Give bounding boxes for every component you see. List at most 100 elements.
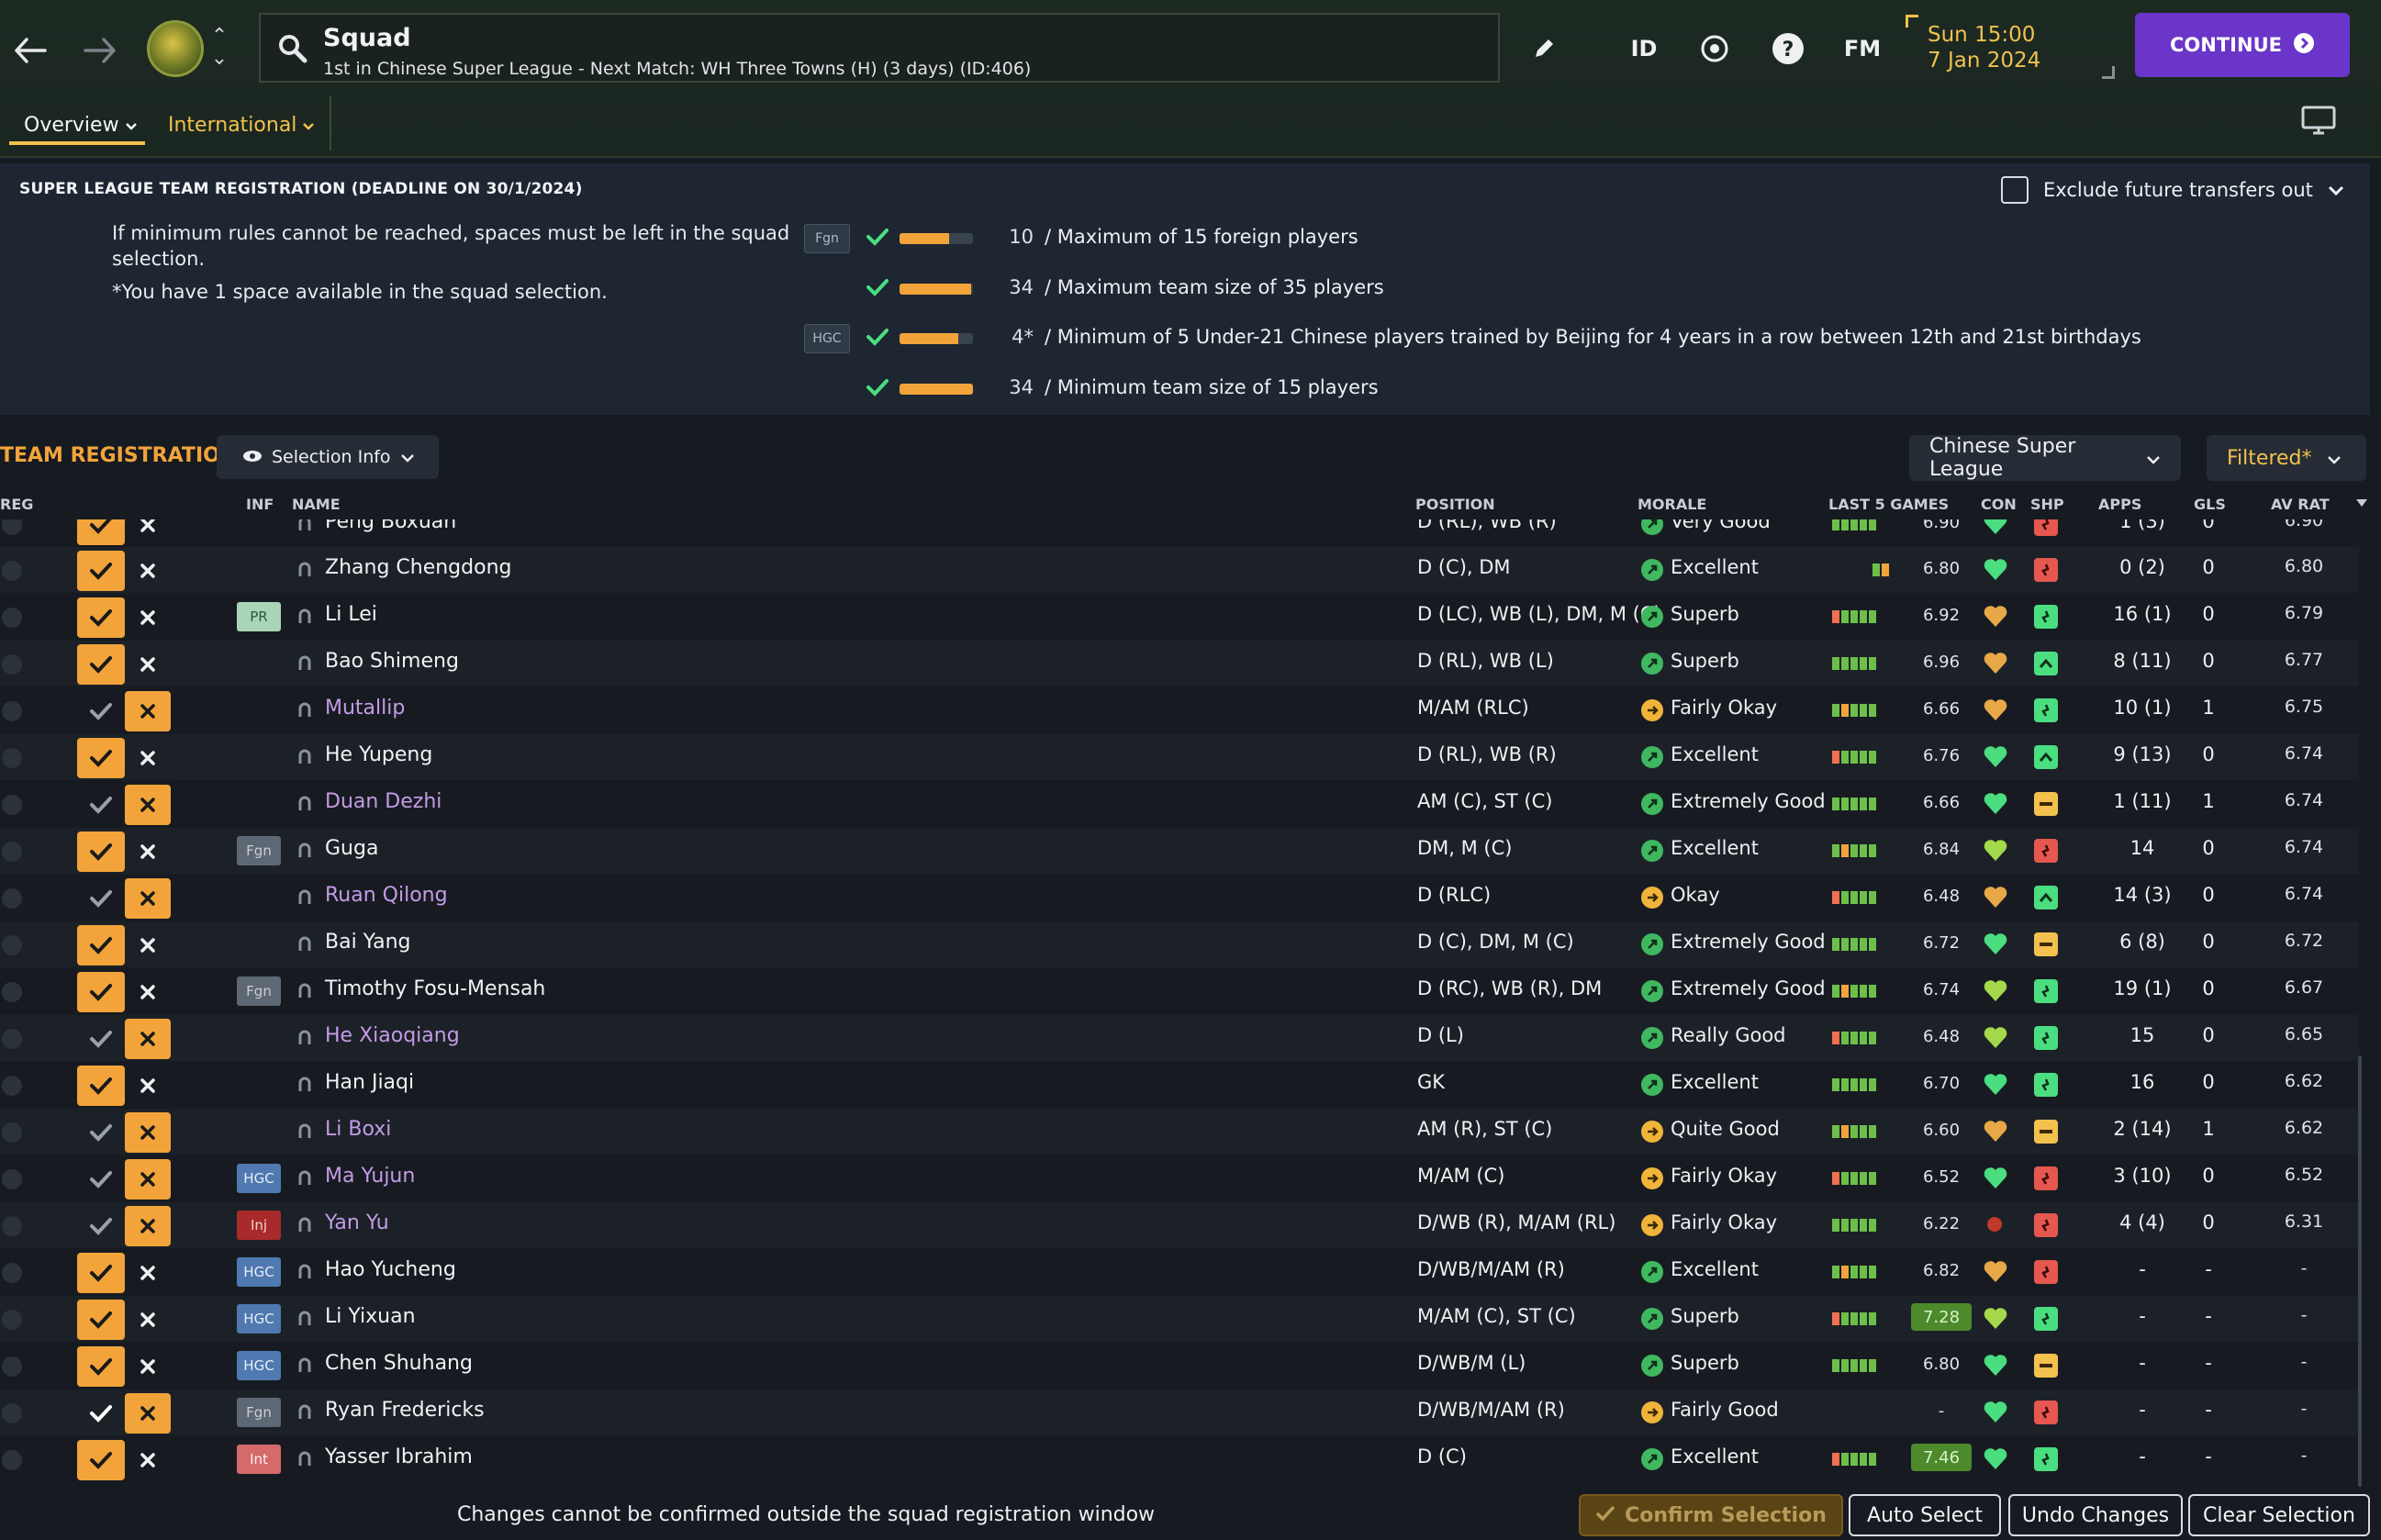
unregister-cross-button[interactable] (125, 925, 171, 965)
player-name[interactable]: Peng Boxuan (325, 519, 456, 533)
player-name[interactable]: Mutallip (325, 697, 405, 720)
tab-international[interactable]: International (168, 106, 315, 143)
unregister-cross-button[interactable] (125, 1253, 171, 1293)
registered-status-icon[interactable] (2, 888, 22, 909)
register-tick-button[interactable] (77, 597, 125, 638)
table-row[interactable]: Inj Yan Yu D/WB (R), M/AM (RL) Fairly Okay 6… (0, 1202, 2359, 1248)
col-avrat[interactable]: AV RAT (2271, 496, 2330, 513)
id-button[interactable]: ID (1621, 28, 1667, 70)
club-switch-arrows-icon[interactable]: ⌃ ⌄ (207, 26, 231, 72)
table-row[interactable]: HGC Hao Yucheng D/WB/M/AM (R) Excellent 6.82… (0, 1249, 2359, 1295)
table-row[interactable]: Fgn Guga DM, M (C) Excellent 6.84 14 0 6.74 (0, 828, 2359, 874)
filter-dropdown[interactable]: Filtered* (2207, 435, 2366, 481)
unregister-cross-button[interactable] (125, 1440, 171, 1480)
unregister-cross-button[interactable] (125, 551, 171, 591)
unregister-cross-button[interactable] (125, 1300, 171, 1340)
col-gls[interactable]: GLS (2194, 496, 2226, 513)
forward-arrow-icon[interactable] (77, 28, 123, 73)
register-tick-button[interactable] (77, 551, 125, 591)
player-name[interactable]: Bao Shimeng (325, 650, 459, 673)
registered-status-icon[interactable] (2, 1216, 22, 1236)
game-date[interactable]: Sun 15:00 7 Jan 2024 (1928, 22, 2040, 73)
registered-status-icon[interactable] (2, 654, 22, 675)
registered-status-icon[interactable] (2, 1122, 22, 1143)
table-row[interactable]: HGC Ma Yujun M/AM (C) Fairly Okay 6.52 3 (10)… (0, 1155, 2359, 1201)
title-search-box[interactable]: Squad 1st in Chinese Super League - Next… (259, 13, 1500, 83)
registered-status-icon[interactable] (2, 701, 22, 721)
table-row[interactable]: Int Yasser Ibrahim D (C) Excellent 7.46- - - (0, 1436, 2359, 1482)
register-tick-button[interactable] (77, 1206, 125, 1246)
tab-overview[interactable]: Overview (24, 106, 138, 143)
register-tick-button[interactable] (77, 1440, 125, 1480)
unregister-cross-button[interactable] (125, 831, 171, 872)
registered-status-icon[interactable] (2, 561, 22, 581)
table-row[interactable]: Fgn Timothy Fosu-Mensah D (RC), WB (R), DM… (0, 968, 2359, 1014)
unregister-cross-button[interactable] (125, 519, 171, 545)
undo-changes-button[interactable]: Undo Changes (2008, 1494, 2183, 1536)
register-tick-button[interactable] (77, 1019, 125, 1059)
chevron-down-icon[interactable] (2328, 179, 2344, 201)
registered-status-icon[interactable] (2, 1403, 22, 1423)
registered-status-icon[interactable] (2, 1169, 22, 1189)
registered-status-icon[interactable] (2, 1356, 22, 1377)
league-filter-dropdown[interactable]: Chinese Super League (1909, 435, 2181, 481)
player-name[interactable]: Li Lei (325, 603, 377, 626)
register-tick-button[interactable] (77, 785, 125, 825)
table-row[interactable]: He Xiaoqiang D (L) Really Good 6.48 15 0 6.65 (0, 1015, 2359, 1061)
col-morale[interactable]: MORALE (1638, 496, 1706, 513)
register-tick-button[interactable] (77, 831, 125, 872)
exclude-transfers-toggle[interactable]: Exclude future transfers out (2001, 176, 2344, 204)
clear-selection-button[interactable]: Clear Selection (2188, 1494, 2370, 1536)
player-name[interactable]: Ruan Qilong (325, 884, 448, 907)
register-tick-button[interactable] (77, 1066, 125, 1106)
sort-desc-icon[interactable] (2355, 494, 2368, 511)
registered-status-icon[interactable] (2, 1450, 22, 1470)
unregister-cross-button[interactable] (125, 1346, 171, 1387)
club-crest[interactable] (147, 20, 204, 77)
player-name[interactable]: Duan Dezhi (325, 790, 442, 813)
unregister-cross-button[interactable] (125, 1206, 171, 1246)
selection-info-dropdown[interactable]: Selection Info (217, 435, 439, 479)
registered-status-icon[interactable] (2, 935, 22, 955)
football-icon[interactable] (1696, 28, 1733, 70)
table-row[interactable]: Mutallip M/AM (RLC) Fairly Okay 6.66 10 (1) 1… (0, 687, 2359, 733)
unregister-cross-button[interactable] (125, 1066, 171, 1106)
table-row[interactable]: HGC Li Yixuan M/AM (C), ST (C) Superb 7.28 - -… (0, 1296, 2359, 1342)
table-row[interactable]: Bao Shimeng D (RL), WB (L) Superb 6.96 8 (11… (0, 641, 2359, 686)
registered-status-icon[interactable] (2, 748, 22, 768)
table-row[interactable]: Li Boxi AM (R), ST (C) Quite Good 6.60 2 (14… (0, 1109, 2359, 1155)
table-row[interactable]: Fgn Ryan Fredericks D/WB/M/AM (R) Fairly Go… (0, 1389, 2359, 1435)
registered-status-icon[interactable] (2, 1310, 22, 1330)
player-name[interactable]: Timothy Fosu-Mensah (325, 977, 545, 1000)
player-name[interactable]: He Yupeng (325, 743, 432, 766)
back-arrow-icon[interactable] (7, 28, 53, 73)
registered-status-icon[interactable] (2, 1076, 22, 1096)
col-con[interactable]: CON (1981, 496, 2017, 513)
unregister-cross-button[interactable] (125, 878, 171, 919)
player-name[interactable]: Han Jiaqi (325, 1071, 414, 1094)
continue-button[interactable]: CONTINUE (2135, 13, 2350, 77)
unregister-cross-button[interactable] (125, 1159, 171, 1200)
player-name[interactable]: Chen Shuhang (325, 1352, 473, 1375)
table-row[interactable]: Zhang Chengdong D (C), DM Excellent 6.80 0 (… (0, 547, 2359, 593)
registered-status-icon[interactable] (2, 519, 22, 535)
auto-select-button[interactable]: Auto Select (1849, 1494, 2001, 1536)
registered-status-icon[interactable] (2, 1029, 22, 1049)
col-inf[interactable]: INF (246, 496, 274, 513)
edit-pencil-icon[interactable] (1527, 28, 1560, 70)
fm-menu-button[interactable]: FM (1839, 28, 1885, 70)
register-tick-button[interactable] (77, 1159, 125, 1200)
player-name[interactable]: Ryan Fredericks (325, 1399, 485, 1422)
player-name[interactable]: Li Boxi (325, 1118, 391, 1141)
table-scrollbar[interactable] (2358, 1055, 2362, 1487)
col-last5[interactable]: LAST 5 GAMES (1828, 496, 1949, 513)
col-shp[interactable]: SHP (2030, 496, 2064, 513)
register-tick-button[interactable] (77, 1253, 125, 1293)
col-apps[interactable]: APPS (2098, 496, 2141, 513)
col-reg[interactable]: REG (0, 496, 33, 513)
registered-status-icon[interactable] (2, 982, 22, 1002)
player-name[interactable]: Ma Yujun (325, 1165, 415, 1188)
unregister-cross-button[interactable] (125, 738, 171, 778)
register-tick-button[interactable] (77, 972, 125, 1012)
table-row[interactable]: Ruan Qilong D (RLC) Okay 6.48 14 (3) 0 6.74 (0, 875, 2359, 921)
